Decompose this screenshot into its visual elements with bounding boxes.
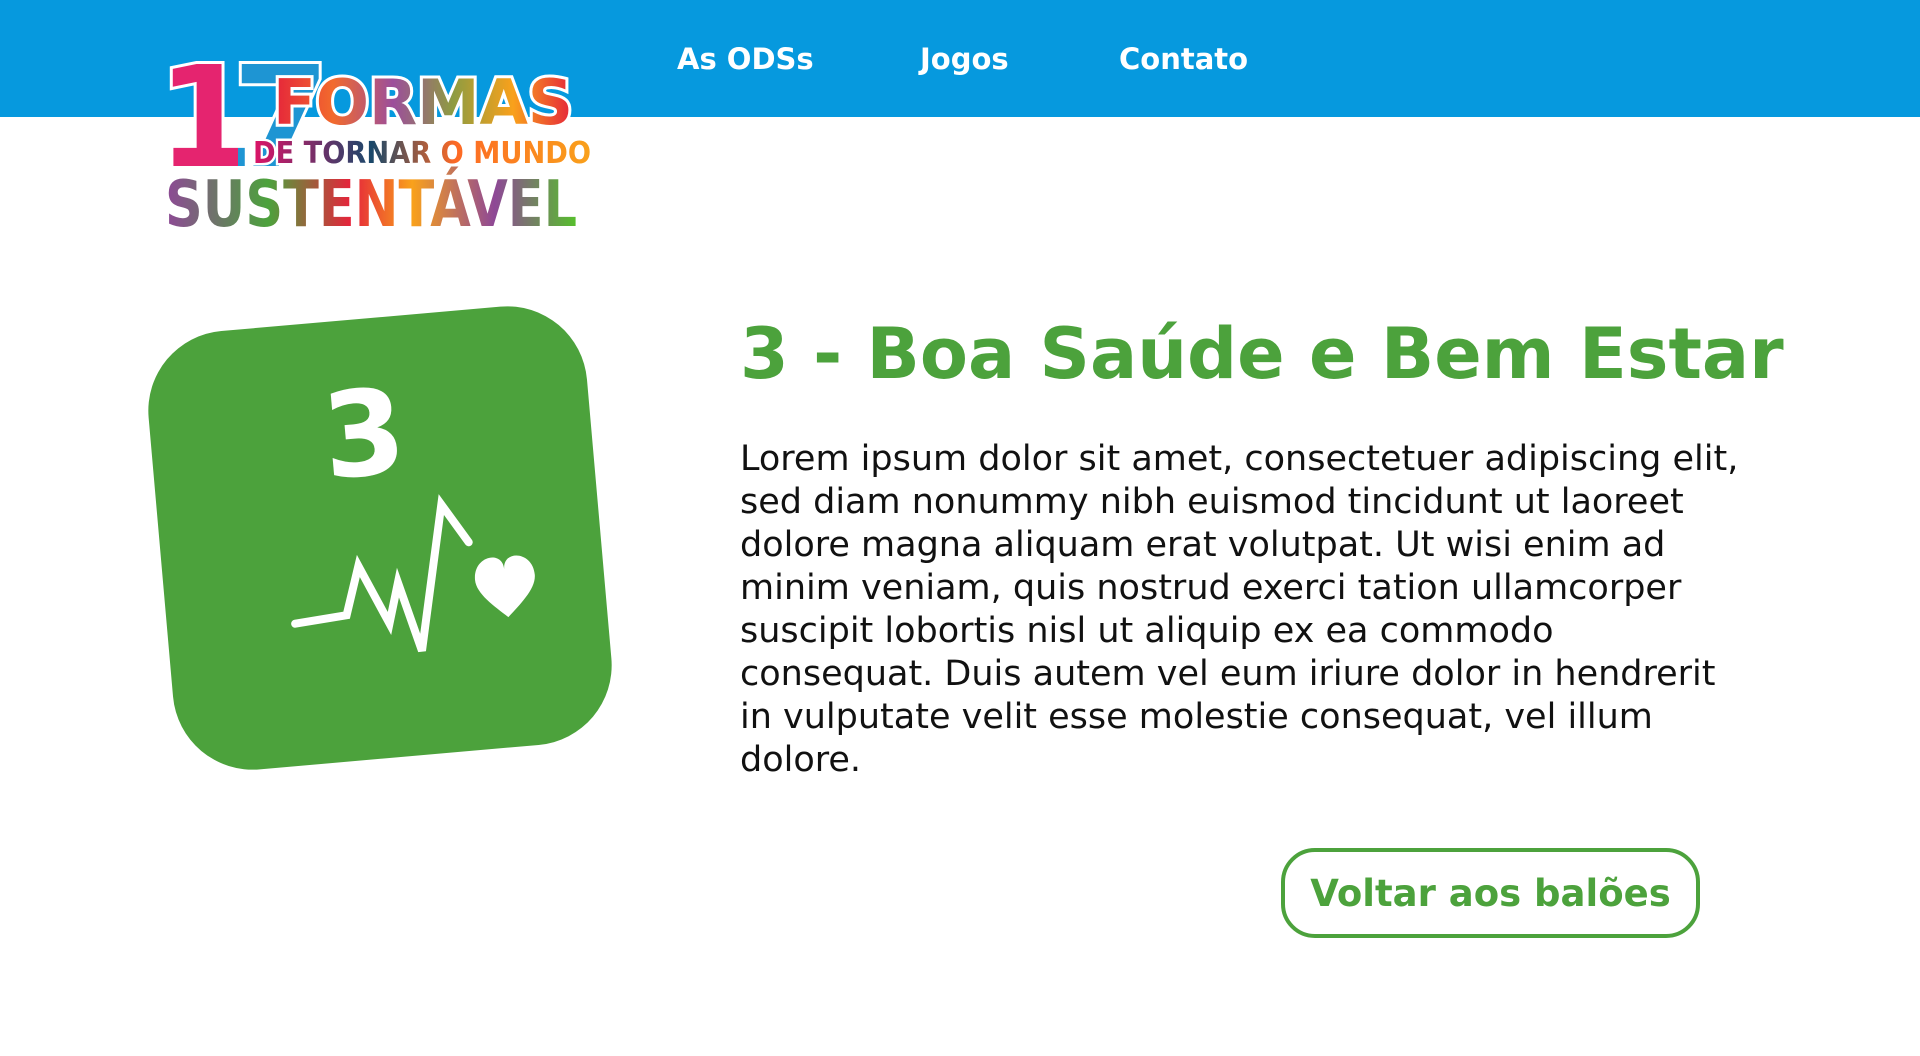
ods-3-tile: 3 [140, 298, 620, 778]
ods-description: Lorem ipsum dolor sit amet, consectetuer… [740, 439, 1739, 780]
ods-title: 3 - Boa Saúde e Bem Estar [740, 313, 1784, 395]
back-to-balloons-button[interactable]: Voltar aos balões [1281, 848, 1700, 938]
site-logo[interactable]: 17 FORMAS DE TORNAR O MUNDO SUSTENTÁVEL [155, 38, 595, 234]
nav-link-jogos[interactable]: Jogos [920, 37, 1009, 81]
ods-number: 3 [317, 362, 411, 507]
nav-link-as-odss[interactable]: As ODSs [677, 37, 814, 81]
nav-link-contato[interactable]: Contato [1119, 37, 1248, 81]
logo-graphic: 17 FORMAS DE TORNAR O MUNDO SUSTENTÁVEL [155, 38, 594, 234]
logo-line-sustentavel: SUSTENTÁVEL [165, 166, 577, 234]
logo-line-formas: FORMAS [273, 66, 573, 139]
logo-line-mundo: DE TORNAR O MUNDO [253, 136, 591, 171]
